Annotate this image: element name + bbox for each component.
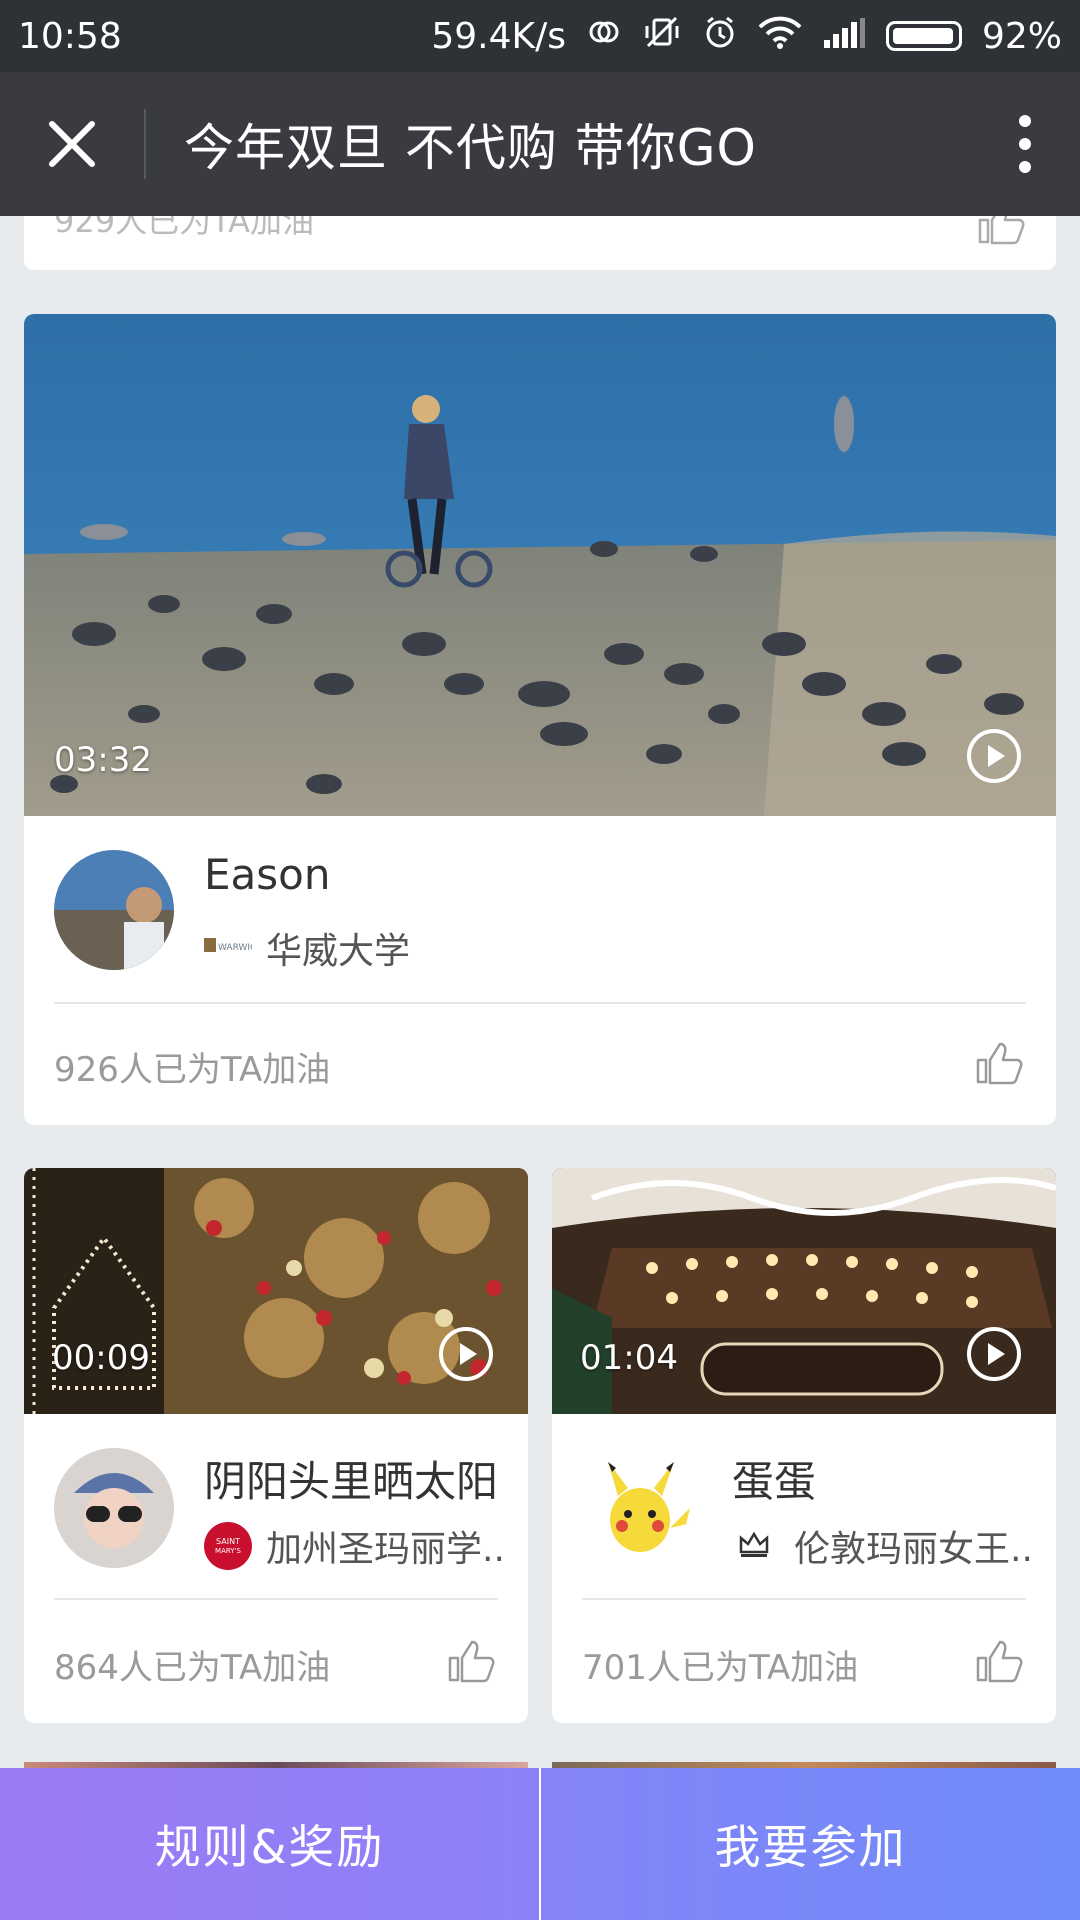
cheer-count: 926人已为TA加油 [54,1050,331,1090]
thumbs-up-icon[interactable] [448,1638,496,1684]
play-icon[interactable] [438,1326,494,1382]
user-name: 蛋蛋 [732,1457,817,1506]
entry-card[interactable]: 03:32 Eason WARWICK 华威大学 926人已为TA加油 [24,314,1056,1125]
join-button[interactable]: 我要参加 [541,1768,1080,1920]
cheer-count: 701人已为TA加油 [582,1648,859,1688]
video-thumbnail[interactable]: 01:04 [552,1168,1056,1414]
nav-bar: 今年双旦 不代购 带你GO [0,72,1080,216]
svg-text:MARY'S: MARY'S [215,1547,241,1555]
video-thumbnail[interactable]: 03:32 [24,314,1056,816]
school-logo: SAINTMARY'S [204,1522,252,1570]
video-thumbnail[interactable]: 00:09 [24,1168,528,1414]
school-logo: WARWICK [204,938,252,953]
page-title: 今年双旦 不代购 带你GO [184,119,757,177]
vibrate-off-icon [642,14,682,59]
crown-icon [739,1531,769,1557]
more-button[interactable] [970,72,1080,216]
divider [54,1598,498,1600]
video-duration: 01:04 [580,1338,678,1378]
status-time: 10:58 [18,15,122,57]
school-name: 伦敦玛丽女王.. [794,1529,1033,1570]
nav-divider [144,109,146,179]
battery-level: 92% [981,15,1062,57]
thumbs-up-icon[interactable] [976,1638,1024,1684]
sync-icon [586,14,622,59]
battery-icon [885,21,962,51]
rules-rewards-button[interactable]: 规则&奖励 [0,1768,541,1920]
user-name: 阴阳头里晒太阳 [204,1457,499,1506]
video-duration: 03:32 [54,740,152,780]
status-bar: 10:58 59.4K/s 92% [0,0,1080,72]
entry-card[interactable]: 01:04 蛋蛋 伦敦玛丽女王.. 701人已为TA加油 [552,1168,1056,1723]
thumbs-up-icon[interactable] [976,1040,1024,1086]
thumbs-up-icon [978,216,1025,245]
divider [582,1598,1026,1600]
user-name: Eason [204,850,331,899]
entry-card[interactable]: 00:09 阴阳头里晒太阳 SAINT MARY'S 加州圣玛丽学.. 864人已… [24,1168,528,1723]
bottom-action-bar: 规则&奖励 我要参加 [0,1768,1080,1920]
signal-icon [822,16,866,57]
close-button[interactable] [0,72,144,216]
avatar[interactable] [582,1448,702,1568]
like-button[interactable] [978,216,1026,250]
video-duration: 00:09 [52,1338,150,1378]
school-name: 华威大学 [266,931,411,972]
more-vertical-icon [1019,115,1031,173]
alarm-icon [702,14,738,59]
play-icon[interactable] [966,1326,1022,1382]
wifi-icon [758,15,802,58]
avatar[interactable] [54,1448,174,1568]
school-name: 加州圣玛丽学.. [266,1529,505,1570]
entry-card-partial[interactable]: 929人已为TA加油 [24,216,1056,270]
cheer-count: 929人已为TA加油 [54,216,315,240]
play-icon[interactable] [966,728,1022,784]
divider [54,1002,1026,1004]
network-speed: 59.4K/s [431,15,566,57]
svg-text:SAINT: SAINT [216,1537,240,1546]
svg-text:WARWICK: WARWICK [218,943,252,953]
avatar[interactable] [54,850,174,970]
close-icon [49,121,95,167]
cheer-count: 864人已为TA加油 [54,1648,331,1688]
